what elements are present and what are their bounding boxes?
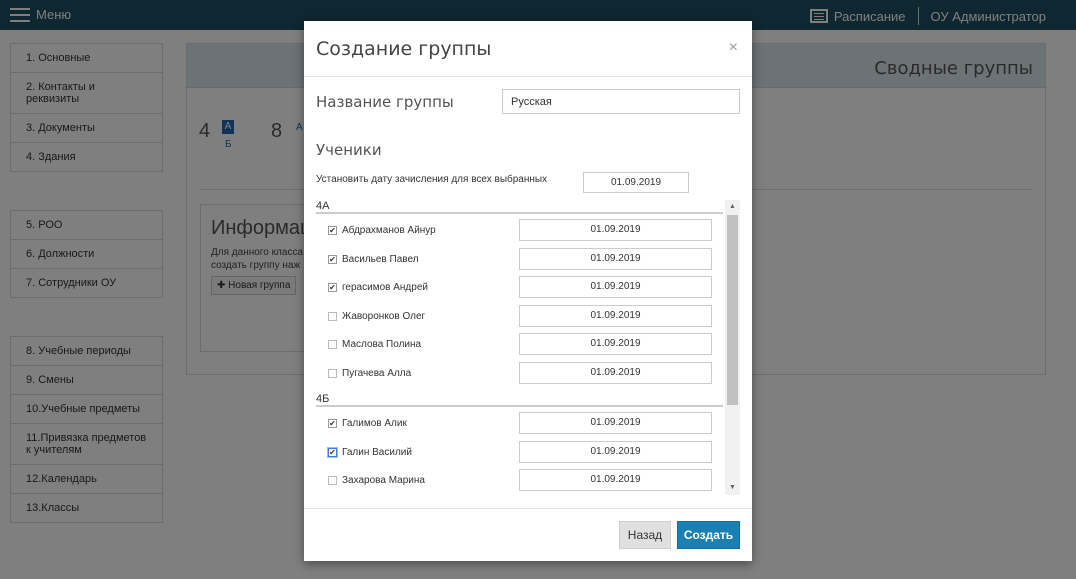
student-name: герасимов Андрей bbox=[342, 282, 428, 293]
student-name: Жаворонков Олег bbox=[342, 310, 426, 322]
student-checkbox[interactable]: ✔ bbox=[328, 447, 337, 457]
student-checkbox[interactable]: ✔ bbox=[328, 254, 337, 264]
student-row: ✔ Васильев Павел 01.09.2019 bbox=[316, 247, 723, 276]
enrollment-date-input[interactable]: 01.09.2019 bbox=[519, 247, 712, 270]
enrollment-date-input[interactable]: 01.09.2019 bbox=[519, 333, 712, 355]
modal-header: Создание группы × bbox=[304, 21, 752, 77]
student-name: Галин Василий bbox=[342, 446, 412, 458]
set-date-label: Установить дату зачисления для всех выбр… bbox=[316, 174, 548, 185]
student-name: Пугачева Алла bbox=[342, 367, 412, 379]
student-row: ✔ Галимов Алик 01.09.2019 bbox=[316, 411, 723, 440]
students-section-title: Ученики bbox=[316, 141, 382, 159]
student-checkbox[interactable] bbox=[328, 476, 337, 485]
scrollbar[interactable]: ▲ ▼ bbox=[725, 200, 740, 495]
student-name: Галимов Алик bbox=[342, 418, 407, 429]
scroll-up-icon[interactable]: ▲ bbox=[725, 200, 740, 214]
scrollbar-thumb[interactable] bbox=[727, 215, 738, 405]
student-row: ✔ Абдрахманов Айнур 01.09.2019 bbox=[316, 218, 723, 247]
student-row: ✔ герасимов Андрей 01.09.2019 bbox=[316, 275, 723, 304]
enrollment-date-input[interactable]: 01.09.2019 bbox=[519, 440, 712, 463]
enrollment-date-input[interactable]: 01.09.2019 bbox=[519, 469, 712, 491]
student-row: Маслова Полина 01.09.2019 bbox=[316, 332, 723, 361]
class-group-header: 4А bbox=[316, 200, 723, 214]
student-name: Абдрахманов Айнур bbox=[342, 225, 436, 236]
student-row: Жаворонков Олег 01.09.2019 bbox=[316, 304, 723, 333]
student-row: ✔ Галин Василий 01.09.2019 bbox=[316, 440, 723, 469]
set-all-date-input[interactable] bbox=[583, 172, 689, 193]
enrollment-date-input[interactable]: 01.09.2019 bbox=[519, 276, 712, 298]
student-name: Васильев Павел bbox=[342, 253, 419, 265]
group-name-input[interactable] bbox=[502, 89, 740, 114]
student-name: Захарова Марина bbox=[342, 475, 425, 486]
enrollment-date-input[interactable]: 01.09.2019 bbox=[519, 412, 712, 434]
modal-footer: Назад Создать bbox=[304, 508, 752, 561]
modal-title: Создание группы bbox=[316, 38, 492, 60]
close-icon[interactable]: × bbox=[729, 39, 738, 57]
student-checkbox[interactable]: ✔ bbox=[328, 419, 337, 428]
enrollment-date-input[interactable]: 01.09.2019 bbox=[519, 361, 712, 384]
class-group-header: 4Б bbox=[316, 393, 723, 407]
back-button[interactable]: Назад bbox=[619, 521, 671, 549]
student-checkbox[interactable]: ✔ bbox=[328, 226, 337, 235]
student-checkbox[interactable] bbox=[328, 368, 337, 378]
enrollment-date-input[interactable]: 01.09.2019 bbox=[519, 304, 712, 327]
create-group-dialog: Создание группы × Название группы Ученик… bbox=[304, 21, 752, 561]
student-checkbox[interactable] bbox=[328, 311, 337, 321]
student-checkbox[interactable]: ✔ bbox=[328, 283, 337, 292]
student-name: Маслова Полина bbox=[342, 339, 422, 350]
enrollment-date-input[interactable]: 01.09.2019 bbox=[519, 219, 712, 241]
student-checkbox[interactable] bbox=[328, 340, 337, 349]
student-row: Захарова Марина 01.09.2019 bbox=[316, 468, 723, 495]
students-list: 4А ✔ Абдрахманов Айнур 01.09.2019 ✔ Васильев … bbox=[316, 200, 723, 495]
scroll-down-icon[interactable]: ▼ bbox=[725, 481, 740, 495]
student-row: Пугачева Алла 01.09.2019 bbox=[316, 361, 723, 390]
create-button[interactable]: Создать bbox=[677, 521, 740, 549]
group-name-label: Название группы bbox=[316, 93, 454, 111]
